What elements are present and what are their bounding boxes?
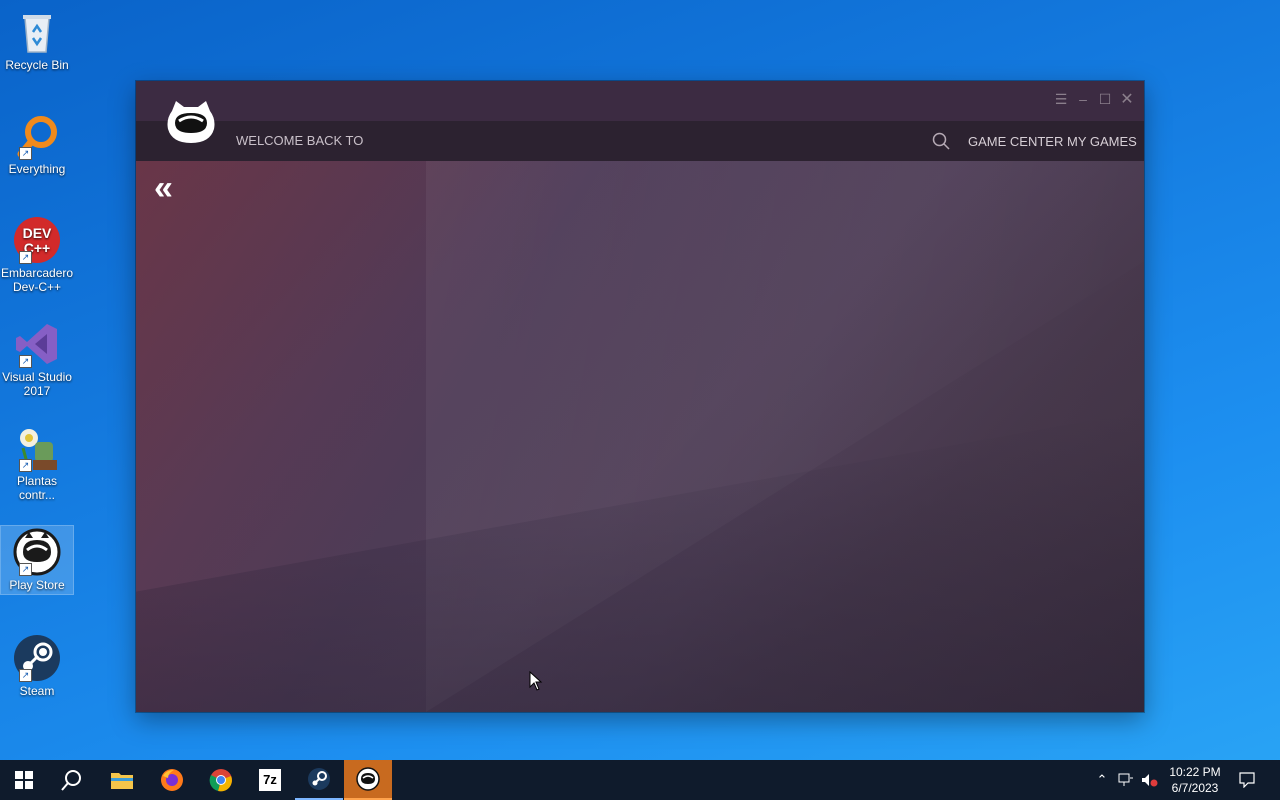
desktop-icon-label: Visual Studio 2017: [2, 370, 72, 398]
desktop-icon-label: Play Store: [9, 578, 65, 592]
desktop-icon-label: Plantas contr...: [16, 474, 58, 502]
chrome-icon[interactable]: [197, 760, 245, 800]
play-store-icon: ↗: [13, 528, 61, 576]
devcpp-icon: DEV C++ ↗: [13, 216, 61, 264]
window-titlebar[interactable]: [136, 81, 1144, 121]
desktop-icon-label: Recycle Bin: [5, 58, 69, 72]
desktop-icon-recycle-bin[interactable]: Recycle Bin: [1, 2, 73, 76]
network-icon[interactable]: [1116, 760, 1136, 800]
plants-vs-zombies-icon: ↗: [13, 424, 61, 472]
collapse-chevron-icon[interactable]: «: [154, 171, 173, 205]
notification-icon[interactable]: [1236, 760, 1258, 800]
shortcut-arrow-icon: ↗: [19, 669, 32, 682]
app-logo-icon[interactable]: [166, 99, 216, 143]
clock-time: 10:22 PM: [1169, 765, 1221, 779]
nav-game-center[interactable]: GAME CENTER: [968, 134, 1063, 149]
desktop-icon-play-store[interactable]: ↗ Play Store: [0, 525, 74, 595]
visual-studio-icon: ↗: [13, 320, 61, 368]
menu-icon[interactable]: ☰: [1052, 91, 1070, 108]
desktop-icon-steam[interactable]: ↗ Steam: [1, 628, 73, 702]
shortcut-arrow-icon: ↗: [19, 251, 32, 264]
search-icon[interactable]: [48, 760, 96, 800]
mouse-cursor-icon: [529, 670, 543, 691]
minimize-icon[interactable]: ‒: [1074, 91, 1092, 107]
file-explorer-icon[interactable]: [98, 760, 146, 800]
desktop-icon-visual-studio[interactable]: ↗ Visual Studio 2017: [1, 314, 73, 402]
everything-search-icon: ↗: [13, 112, 61, 160]
volume-muted-icon[interactable]: [1140, 760, 1160, 800]
maximize-icon[interactable]: ☐: [1096, 91, 1114, 108]
play-store-taskbar-icon[interactable]: [344, 760, 392, 800]
steam-taskbar-icon[interactable]: [295, 760, 343, 800]
chevron-up-icon[interactable]: ⌃: [1092, 760, 1112, 800]
clock-date: 6/7/2023: [1171, 781, 1219, 795]
shortcut-arrow-icon: ↗: [19, 459, 32, 472]
play-store-window: WELCOME BACK TO ☰ ‒ ☐ ✕ GAME CENTER MY G…: [136, 81, 1144, 712]
start-icon[interactable]: [0, 760, 48, 800]
close-icon[interactable]: ✕: [1118, 89, 1136, 109]
desktop-icon-label: Everything: [8, 162, 66, 176]
desktop-icon-label: Embarcadero Dev-C++: [1, 266, 74, 294]
7zip-icon[interactable]: 7z: [246, 760, 294, 800]
taskbar: 7z ⌃ 10:22 PM 6/7/2023: [0, 760, 1280, 800]
nav-my-games[interactable]: MY GAMES: [1067, 134, 1137, 149]
recycle-bin-icon: [13, 8, 61, 56]
desktop-icon-everything[interactable]: ↗ Everything: [1, 106, 73, 180]
shortcut-arrow-icon: ↗: [19, 147, 32, 160]
svg-text:DEV: DEV: [23, 225, 52, 241]
firefox-icon[interactable]: [148, 760, 196, 800]
7zip-label: 7z: [259, 769, 281, 791]
system-clock[interactable]: 10:22 PM 6/7/2023: [1160, 764, 1230, 796]
steam-icon: ↗: [13, 634, 61, 682]
desktop-icon-label: Steam: [19, 684, 55, 698]
search-icon[interactable]: [932, 132, 950, 150]
desktop-icon-devcpp[interactable]: DEV C++ ↗ Embarcadero Dev-C++: [1, 210, 73, 298]
shortcut-arrow-icon: ↗: [19, 563, 32, 576]
welcome-text: WELCOME BACK TO: [236, 133, 364, 148]
shortcut-arrow-icon: ↗: [19, 355, 32, 368]
desktop-icon-plants[interactable]: ↗ Plantas contr...: [1, 418, 73, 506]
